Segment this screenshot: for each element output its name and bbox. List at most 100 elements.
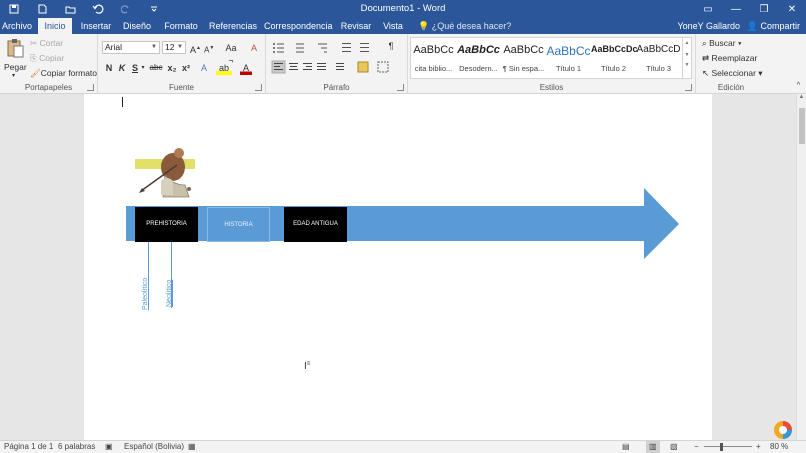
font-name-combo[interactable]: Arial ▼: [102, 41, 160, 54]
web-layout-button[interactable]: ▧: [670, 441, 678, 453]
font-size-combo[interactable]: 12 ▼: [162, 41, 186, 54]
font-color-button[interactable]: A: [240, 61, 252, 75]
clear-formatting-button[interactable]: A: [248, 41, 260, 55]
minimize-button[interactable]: —: [722, 0, 750, 18]
language[interactable]: Español (Bolivia): [124, 441, 184, 453]
clipboard-launcher[interactable]: [87, 84, 94, 91]
paragraph-launcher[interactable]: [397, 84, 404, 91]
tab-diseno[interactable]: Diseño: [120, 18, 154, 34]
tab-formato[interactable]: Formato: [160, 18, 202, 34]
era-box-historia[interactable]: HISTORIA: [207, 207, 270, 242]
show-formatting-marks-button[interactable]: ¶: [382, 39, 400, 53]
superscript-button[interactable]: x²: [180, 61, 192, 75]
word-count[interactable]: 6 palabras: [58, 441, 95, 453]
paste-button[interactable]: Pegar ▾: [4, 38, 27, 79]
proofing-icon[interactable]: ▣: [105, 441, 113, 453]
macro-icon[interactable]: ▦: [188, 441, 196, 453]
tab-inicio[interactable]: Inicio: [38, 18, 72, 34]
era-box-prehistoria[interactable]: PREHISTORIA: [135, 207, 198, 242]
style-item[interactable]: AaBbCc Título 1: [546, 38, 591, 78]
user-account[interactable]: YoneY Gallardo: [677, 18, 740, 34]
text-cursor: [122, 97, 123, 107]
find-button[interactable]: ⌕ Buscar ▾: [702, 38, 742, 49]
lightbulb-icon: 💡: [418, 21, 430, 31]
tell-me-box[interactable]: 💡 ¿Qué desea hacer?: [418, 18, 511, 34]
style-item[interactable]: AaBbCc Desodern...: [456, 38, 501, 78]
font-launcher[interactable]: [255, 84, 262, 91]
style-item[interactable]: AaBbCc cita biblio...: [411, 38, 456, 78]
style-item[interactable]: AaBbCcDc Título 2: [591, 38, 638, 78]
sublabel-neolitico[interactable]: Neolítico: [166, 280, 173, 307]
cut-button[interactable]: ✂ Cortar: [30, 38, 63, 49]
chevron-down-icon: ▾: [12, 73, 16, 79]
style-sample: AaBbCc: [413, 44, 454, 56]
share-button[interactable]: 👤 Compartir: [747, 18, 800, 34]
editing-group: ⌕ Buscar ▾ ⇄ Reemplazar ↖ Seleccionar ▾ …: [696, 34, 766, 94]
change-case-button[interactable]: Aa ▾: [222, 41, 240, 67]
era-box-edad-antigua[interactable]: EDAD ANTIGUA: [284, 207, 347, 242]
italic-button[interactable]: K: [117, 61, 127, 75]
style-sample: AaBbCc: [503, 44, 544, 56]
select-button[interactable]: ↖ Seleccionar ▾: [702, 68, 763, 79]
highlight-button[interactable]: ab: [216, 61, 232, 75]
styles-gallery: AaBbCc cita biblio... AaBbCc Desodern...…: [410, 37, 692, 79]
ribbon-tabs: Archivo Inicio Insertar Diseño Formato R…: [0, 18, 806, 34]
brush-icon: 🖌: [30, 68, 41, 78]
font-group-label: Fuente: [169, 83, 194, 92]
page-count[interactable]: Página 1 de 1: [4, 441, 53, 453]
replace-button[interactable]: ⇄ Reemplazar: [702, 53, 757, 64]
select-label: Seleccionar: [711, 68, 756, 78]
text-effects-button[interactable]: A: [198, 61, 210, 75]
style-name: Título 1: [555, 64, 581, 73]
scroll-thumb[interactable]: [799, 108, 805, 144]
tab-revisar[interactable]: Revisar: [338, 18, 374, 34]
strikethrough-button[interactable]: abc: [148, 61, 164, 75]
font-size-value: 12: [165, 42, 175, 52]
status-bar: Página 1 de 1 6 palabras ▣ Español (Boli…: [0, 440, 806, 453]
window-controls: ▭ — ❐ ✕: [694, 0, 806, 18]
font-group: Arial▼ 12▼ A▲ A▼ Aa ▾ A N K S ▾ abc x₂ x…: [98, 34, 266, 94]
chevron-up-icon: ▲: [798, 94, 805, 100]
paragraph-group-label: Párrafo: [323, 83, 350, 92]
underline-button[interactable]: S: [130, 61, 140, 75]
zoom-slider-thumb[interactable]: [720, 443, 723, 451]
styles-scroll[interactable]: ▲ ▼ ▼: [682, 38, 691, 78]
zoom-in-button[interactable]: +: [756, 441, 761, 453]
format-painter-button[interactable]: 🖌Copiar formato: [30, 68, 97, 79]
subscript-button[interactable]: x₂: [166, 61, 178, 75]
zoom-out-button[interactable]: −: [694, 441, 699, 453]
style-item[interactable]: AaBbCc ¶ Sin espa...: [501, 38, 546, 78]
grow-font-button[interactable]: A▲: [190, 41, 201, 55]
style-name: cita biblio...: [414, 64, 453, 73]
print-layout-button[interactable]: ▥: [646, 441, 660, 453]
pilcrow-icon: ¶: [388, 41, 394, 51]
sublabel-paleolitico[interactable]: Paleolítico: [142, 278, 149, 310]
underline-dropdown[interactable]: ▾: [140, 61, 146, 75]
copy-label: Copiar: [39, 53, 65, 63]
style-sample: AaBbCc: [546, 44, 591, 58]
tab-correspondencia[interactable]: Correspondencia: [264, 18, 333, 34]
tab-archivo[interactable]: Archivo: [0, 18, 34, 34]
zoom-level[interactable]: 80 %: [770, 441, 788, 453]
restore-button[interactable]: ❐: [750, 0, 778, 18]
tab-vista[interactable]: Vista: [380, 18, 406, 34]
style-item[interactable]: AaBbCcD Título 3: [636, 38, 681, 78]
tell-me-text: ¿Qué desea hacer?: [431, 21, 512, 31]
styles-group-label: Estilos: [539, 83, 564, 92]
copy-button[interactable]: ⎘ Copiar: [30, 53, 64, 64]
tab-insertar[interactable]: Insertar: [76, 18, 116, 34]
vertical-scrollbar[interactable]: ▲: [796, 94, 806, 440]
find-label: Buscar: [709, 38, 736, 48]
read-mode-button[interactable]: ▤: [622, 441, 630, 453]
styles-launcher[interactable]: [685, 84, 692, 91]
chevron-up-icon: ▲: [684, 40, 690, 46]
bold-button[interactable]: N: [104, 61, 114, 75]
collapse-ribbon-button[interactable]: ^: [797, 82, 800, 89]
zoom-slider[interactable]: [704, 446, 752, 447]
more-icon: ▼: [684, 62, 690, 68]
shrink-font-button[interactable]: A▼: [204, 41, 214, 55]
tab-referencias[interactable]: Referencias: [208, 18, 258, 34]
clipboard-group-label: Portapapeles: [24, 83, 73, 92]
close-button[interactable]: ✕: [778, 0, 806, 18]
ribbon-display-options-button[interactable]: ▭: [694, 0, 722, 18]
